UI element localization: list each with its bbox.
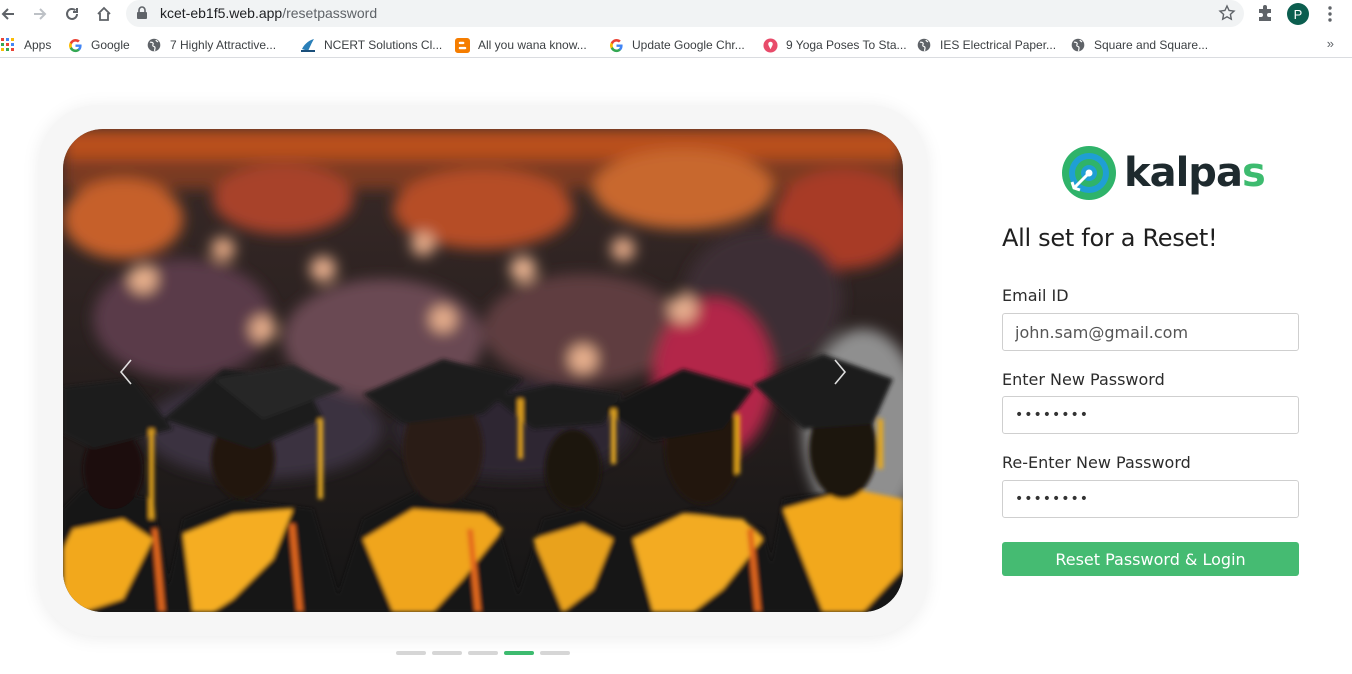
home-icon[interactable] <box>92 2 116 26</box>
browser-toolbar: kcet-eb1f5.web.app/resetpassword P <box>0 0 1352 28</box>
apps-grid-icon <box>0 37 16 53</box>
carousel-dot-5[interactable] <box>540 651 570 655</box>
kalpas-target-icon <box>1062 146 1116 200</box>
bookmark-label: IES Electrical Paper... <box>940 38 1057 52</box>
brand-name-accent: s <box>1241 150 1266 196</box>
address-bar[interactable]: kcet-eb1f5.web.app/resetpassword <box>126 0 1244 27</box>
bookmark-label: Update Google Chr... <box>632 38 745 52</box>
bookmark-label: 7 Highly Attractive... <box>170 38 277 52</box>
google-g-icon <box>67 37 83 53</box>
carousel-dot-1[interactable] <box>396 651 426 655</box>
new-password-field[interactable] <box>1002 396 1299 434</box>
brand-name-main: kalpa <box>1124 150 1243 196</box>
bookmark-label: Google <box>91 38 130 52</box>
lock-icon[interactable] <box>136 6 148 25</box>
carousel-dot-4-active[interactable] <box>504 651 534 655</box>
extensions-puzzle-icon[interactable] <box>1256 3 1274 28</box>
back-arrow-icon[interactable] <box>0 2 20 26</box>
bookmark-yoga[interactable]: 9 Yoga Poses To Sta... <box>762 36 907 54</box>
bookmark-update-chrome[interactable]: Update Google Chr... <box>608 36 745 54</box>
bookmark-label: 9 Yoga Poses To Sta... <box>786 38 907 52</box>
blogger-icon <box>454 37 470 53</box>
new-password-label: Enter New Password <box>1002 370 1165 389</box>
ncert-icon <box>300 37 316 53</box>
reset-password-login-button[interactable]: Reset Password & Login <box>1002 542 1299 576</box>
brand-wordmark: kalpas <box>1124 150 1266 196</box>
email-field[interactable] <box>1002 313 1299 351</box>
bookmark-label: All you wana know... <box>478 38 587 52</box>
bookmark-label: Square and Square... <box>1094 38 1209 52</box>
profile-initial: P <box>1293 6 1303 22</box>
email-label: Email ID <box>1002 286 1069 305</box>
bookmark-attractive[interactable]: 7 Highly Attractive... <box>146 36 276 54</box>
reenter-password-label: Re-Enter New Password <box>1002 453 1191 472</box>
bookmark-label: NCERT Solutions Cl... <box>324 38 443 52</box>
forward-arrow-icon[interactable] <box>28 2 52 26</box>
reset-password-page: kalpas All set for a Reset! Email ID Ent… <box>0 64 1352 674</box>
bookmarks-overflow-button[interactable]: » <box>1327 36 1334 51</box>
carousel-indicators <box>396 651 570 655</box>
globe-icon <box>916 37 932 53</box>
bookmark-apps[interactable]: Apps <box>0 36 51 54</box>
globe-icon <box>146 37 162 53</box>
graduation-photo <box>63 129 903 612</box>
reenter-password-field[interactable] <box>1002 480 1299 518</box>
bookmark-label: Apps <box>24 38 52 52</box>
bookmark-ies[interactable]: IES Electrical Paper... <box>916 36 1056 54</box>
kalpas-logo: kalpas <box>1060 144 1266 202</box>
carousel-prev-chevron-icon[interactable] <box>115 357 137 387</box>
bookmark-google[interactable]: Google <box>67 36 130 54</box>
carousel-dot-2[interactable] <box>432 651 462 655</box>
yoga-icon <box>762 37 778 53</box>
url-path: /resetpassword <box>282 5 378 21</box>
google-g-icon <box>608 37 624 53</box>
globe-icon <box>1070 37 1086 53</box>
bookmark-ncert[interactable]: NCERT Solutions Cl... <box>300 36 442 54</box>
bookmark-blogger[interactable]: All you wana know... <box>454 36 587 54</box>
hero-carousel <box>39 105 927 636</box>
bookmark-square[interactable]: Square and Square... <box>1070 36 1208 54</box>
browser-menu-icon[interactable] <box>1322 4 1338 24</box>
url-text[interactable]: kcet-eb1f5.web.app/resetpassword <box>160 5 377 21</box>
bookmark-star-icon[interactable] <box>1218 4 1236 27</box>
carousel-dot-3[interactable] <box>468 651 498 655</box>
reload-icon[interactable] <box>60 2 84 26</box>
bookmarks-bar: Apps Google 7 Highly Attractive... NCERT… <box>0 32 1352 58</box>
form-title: All set for a Reset! <box>1002 224 1218 252</box>
carousel-next-chevron-icon[interactable] <box>829 357 851 387</box>
url-host: kcet-eb1f5.web.app <box>160 5 283 21</box>
profile-avatar[interactable]: P <box>1287 3 1309 25</box>
